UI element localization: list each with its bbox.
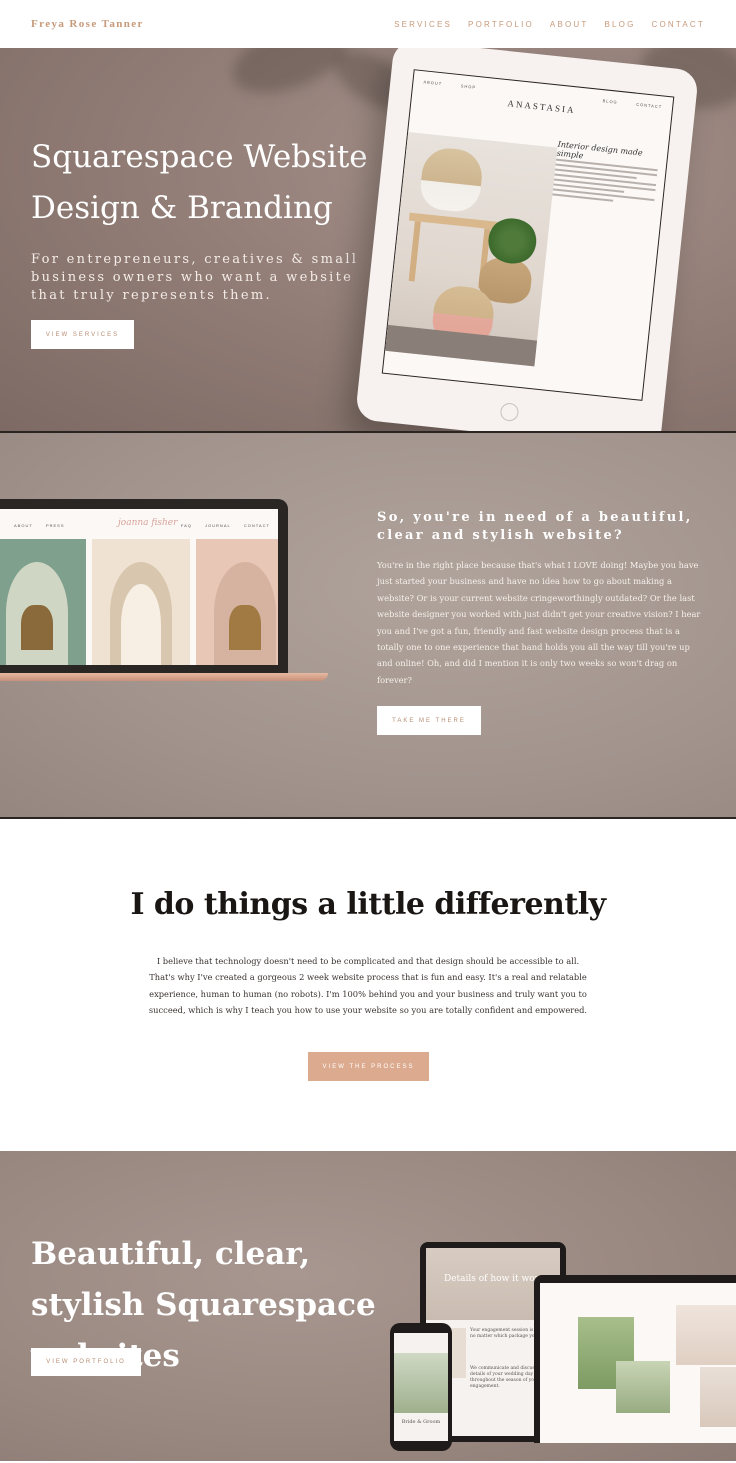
tablet-nav-item: SHOP — [460, 83, 477, 90]
tablet-text-lines — [552, 156, 658, 209]
nav-about[interactable]: ABOUT — [550, 20, 589, 29]
nav-services[interactable]: SERVICES — [394, 20, 452, 29]
stool-image — [408, 212, 500, 230]
stool-leg — [408, 221, 421, 282]
laptop-nav-item: CONTACT — [243, 523, 270, 528]
hero-subtitle: For entrepreneurs, creatives & small bus… — [31, 252, 359, 303]
nav-blog[interactable]: BLOG — [604, 20, 635, 29]
tablet-nav-item: ABOUT — [423, 79, 443, 87]
couple-photo — [676, 1305, 736, 1365]
detail-photo — [700, 1367, 736, 1427]
view-process-button[interactable]: VIEW THE PROCESS — [308, 1052, 429, 1081]
laptop-nav-item: JOURNAL — [205, 523, 231, 528]
device-phone-mockup: Bride & Groom — [390, 1323, 452, 1451]
door-shape — [21, 604, 53, 650]
tablet-mockup: ABOUT SHOP BLOG CONTACT ANASTASIA Interi… — [354, 48, 700, 431]
hero-title: Squarespace Website Design & Branding — [31, 139, 368, 226]
archway-photo — [0, 539, 86, 665]
tablet-screen: ABOUT SHOP BLOG CONTACT ANASTASIA Interi… — [381, 69, 675, 401]
laptop-mockup: ABOUT PRESS FAQ JOURNAL CONTACT joanna f… — [0, 499, 288, 677]
laptop-base — [0, 673, 328, 681]
differently-section: I do things a little differently I belie… — [0, 819, 736, 1151]
device-phone-screen: Bride & Groom — [394, 1333, 448, 1441]
need-body: You're in the right place because that's… — [377, 560, 701, 685]
laptop-nav-item: PRESS — [45, 523, 65, 528]
basket-image — [418, 145, 485, 214]
flowers-photo — [616, 1361, 670, 1413]
site-header: Freya Rose Tanner SERVICES PORTFOLIO ABO… — [0, 0, 736, 48]
brand-logo[interactable]: Freya Rose Tanner — [31, 18, 144, 30]
laptop-nav-item: FAQ — [180, 523, 192, 528]
differently-body: I believe that technology doesn't need t… — [148, 956, 588, 1016]
phone-caption: Bride & Groom — [401, 1419, 441, 1425]
arch-shape — [121, 584, 161, 665]
tablet-nav-item: BLOG — [602, 98, 618, 105]
archway-photo — [92, 539, 190, 665]
baskets-photo — [385, 131, 558, 367]
view-services-button[interactable]: VIEW SERVICES — [31, 320, 134, 349]
device-tablet-heading: Details of how it wor — [444, 1274, 539, 1284]
main-nav: SERVICES PORTFOLIO ABOUT BLOG CONTACT — [394, 20, 705, 29]
laptop-nav-item: ABOUT — [14, 523, 33, 528]
phone-photo — [394, 1353, 448, 1413]
hero-section: Squarespace Website Design & Branding Fo… — [0, 48, 736, 433]
laptop-screen: ABOUT PRESS FAQ JOURNAL CONTACT joanna f… — [0, 509, 278, 665]
portfolio-section: Beautiful, clear, stylish Squarespace we… — [0, 1151, 736, 1461]
device-laptop-mockup — [534, 1275, 736, 1443]
view-portfolio-button[interactable]: VIEW PORTFOLIO — [31, 1348, 141, 1376]
nav-contact[interactable]: CONTACT — [652, 20, 705, 29]
laptop-logo: joanna fisher — [118, 518, 178, 528]
need-title: So, you're in need of a beautiful, clear… — [377, 510, 693, 543]
archway-photo — [196, 539, 278, 665]
door-shape — [229, 604, 261, 650]
need-section: ABOUT PRESS FAQ JOURNAL CONTACT joanna f… — [0, 433, 736, 819]
device-laptop-screen — [540, 1283, 736, 1443]
nav-portfolio[interactable]: PORTFOLIO — [468, 20, 534, 29]
tablet-nav-item: CONTACT — [635, 101, 663, 110]
take-me-there-button[interactable]: TAKE ME THERE — [377, 706, 481, 735]
tablet-home-button — [499, 402, 520, 422]
differently-title: I do things a little differently — [130, 887, 606, 922]
